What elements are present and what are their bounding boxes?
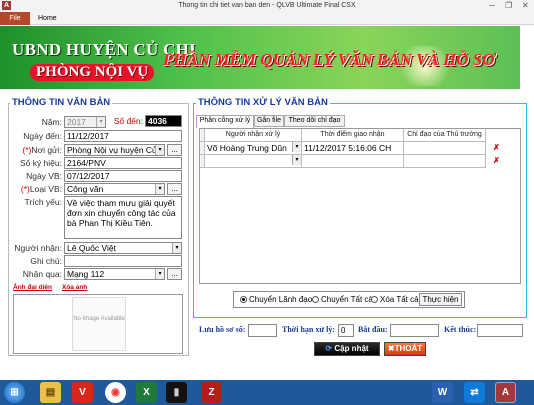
dropdown-arrow-icon[interactable]: ▾ [292,142,301,152]
ghi-chu-label: Ghi chú: [30,256,62,266]
noi-gui-label: (*)Nơi gửi: [22,145,62,155]
year-select[interactable]: 2017 ▾ [64,116,106,128]
luu-ho-so-field[interactable] [248,324,277,337]
tab-phan-cong[interactable]: Phân công xử lý [196,115,254,128]
nhan-qua-select[interactable]: Mạng 112 ▾ [64,268,165,280]
ket-thuc-field[interactable] [477,324,523,337]
cell-thoi-diem-new[interactable] [302,155,404,168]
noi-gui-browse-button[interactable]: ... [167,144,182,156]
processing-info-title: THÔNG TIN XỬ LÝ VĂN BẢN [196,97,330,108]
minimize-icon[interactable]: ─ [489,1,495,10]
word-icon[interactable]: W [432,382,453,403]
luu-ho-so-label: Lưu hồ sơ số: [199,325,246,334]
window-title: Thong tin chi tiet van ban den - QLVB Ul… [178,2,356,9]
app-name: PHẦN MỀM QUẢN LÝ VĂN BẢN VÀ HỒ SƠ [163,50,495,69]
header-banner: UBND HUYỆN CỦ CHI PHÒNG NỘI VỤ PHẦN MỀM … [0,26,520,89]
excel-icon[interactable]: X [136,382,157,403]
nguoi-nhan-select[interactable]: Lê Quốc Việt ▾ [64,242,182,254]
cell-nguoi-nhan[interactable]: Võ Hoàng Trung Dũn ▾ [205,142,302,155]
ngay-den-label: Ngày đến: [23,131,62,141]
bat-dau-label: Bắt đầu: [358,325,388,334]
forward-options: Chuyển Lãnh đạo Chuyển Tất cả Xóa Tất cả… [233,291,465,308]
anh-dai-dien-link[interactable]: Ảnh đại diện [13,284,52,291]
so-den-field[interactable]: 4036 [145,115,182,127]
so-ky-hieu-label: Số ký hiệu: [19,158,62,168]
radio-label-chuyen-lanh-dao: Chuyển Lãnh đạo [249,295,313,304]
col-header-nguoi-nhan[interactable]: Người nhận xử lý [205,129,302,142]
department-name: PHÒNG NỘI VỤ [30,64,155,81]
noi-gui-select[interactable]: Phòng Nội vụ huyện Củ ▾ [64,144,165,156]
year-label: Năm: [41,117,62,127]
ngay-vb-field[interactable]: 07/12/2017 [64,170,182,182]
ngay-den-field[interactable]: 11/12/2017 [64,130,182,142]
ghi-chu-field[interactable] [64,255,182,267]
col-header-thoi-diem[interactable]: Thời điểm giao nhận [302,129,404,142]
radio-label-chuyen-tat-ca: Chuyển Tất cả [321,295,373,304]
close-icon[interactable]: ✕ [522,1,529,10]
cell-nguoi-nhan-new[interactable]: ▾ [205,155,302,168]
delete-row-icon[interactable]: ✗ [493,156,500,165]
col-header-chi-dao[interactable]: Chỉ đạo của Thủ trưởng [404,129,486,142]
cmd-icon[interactable]: ▮ [166,382,187,403]
thoat-button[interactable]: ✖THOÁT [384,342,426,356]
title-bar: A Thong tin chi tiet van ban den - QLVB … [0,0,534,12]
radio-chuyen-tat-ca[interactable] [312,296,319,303]
thoi-han-field[interactable]: 0 [338,324,354,337]
nhan-qua-label: Nhận qua: [22,269,62,279]
dropdown-arrow-icon[interactable]: ▾ [96,117,105,127]
dropdown-arrow-icon[interactable]: ▾ [155,145,164,155]
teamviewer-icon[interactable]: ⇄ [464,382,485,403]
loai-vb-label: (*)Loại VB: [20,184,62,194]
no-image-placeholder: No Image Available [72,297,126,351]
unikey-icon[interactable]: V [72,382,93,403]
taskbar: ⊞ ▤ V ◉ X ▮ Z W ⇄ A [0,380,534,405]
dropdown-arrow-icon[interactable]: ▾ [292,155,301,165]
document-info-title: THÔNG TIN VĂN BẢN [10,97,113,108]
ket-thuc-label: Kết thúc: [444,325,477,334]
thoi-han-label: Thời hạn xử lý: [282,325,336,334]
dropdown-arrow-icon[interactable]: ▾ [172,243,181,253]
chrome-icon[interactable]: ◉ [105,382,126,403]
filezilla-icon[interactable]: Z [201,382,222,403]
bat-dau-field[interactable] [390,324,439,337]
explorer-icon[interactable]: ▤ [40,382,61,403]
access-icon[interactable]: A [495,382,516,403]
restore-icon[interactable]: ❐ [505,1,512,10]
cap-nhat-button[interactable]: ⟳ Cập nhật [314,342,380,356]
delete-row-icon[interactable]: ✗ [493,143,500,152]
cell-chi-dao-new[interactable] [404,155,486,168]
thuc-hien-button[interactable]: Thực hiện [419,293,462,306]
loai-vb-select[interactable]: Công văn ▾ [64,183,165,195]
cell-chi-dao[interactable] [404,142,486,155]
assignment-grid: Người nhận xử lý Thời điểm giao nhận Chỉ… [199,128,521,284]
tab-gan-file[interactable]: Gắn file [254,115,284,127]
loai-vb-browse-button[interactable]: ... [167,183,182,195]
file-tab[interactable]: File [0,12,30,25]
trich-yeu-textarea[interactable]: Về việc tham mưu giải quyết đơn xin chuy… [64,196,182,239]
ribbon: File Home [0,12,534,25]
cell-thoi-diem[interactable]: 11/12/2017 5:16:06 CH [302,142,404,155]
home-tab[interactable]: Home [38,15,57,22]
trich-yeu-label: Trích yếu: [24,197,62,207]
tab-theo-doi[interactable]: Theo dõi chỉ đạo [284,115,345,127]
radio-chuyen-lanh-dao[interactable] [240,296,247,303]
dropdown-arrow-icon[interactable]: ▾ [155,184,164,194]
save-icon: ⟳ [325,344,333,353]
so-ky-hieu-field[interactable]: 2164/PNV [64,157,182,169]
dropdown-arrow-icon[interactable]: ▾ [155,269,164,279]
so-den-label: Số đến: [113,116,143,126]
radio-xoa-tat-ca[interactable] [371,296,378,303]
start-icon[interactable]: ⊞ [4,382,25,403]
nhan-qua-browse-button[interactable]: ... [167,268,182,280]
radio-label-xoa-tat-ca: Xóa Tất cả [380,295,419,304]
xoa-anh-link[interactable]: Xóa ảnh [62,284,87,291]
ngay-vb-label: Ngày VB: [26,171,62,181]
nguoi-nhan-label: Người nhận: [14,243,62,253]
exit-icon: ✖ [387,344,395,353]
